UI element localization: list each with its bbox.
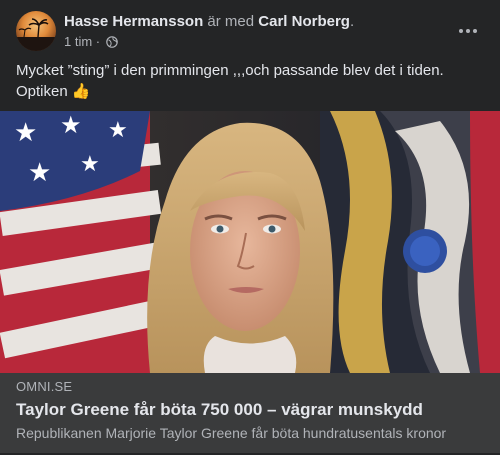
globe-icon — [105, 35, 118, 53]
author-name[interactable]: Hasse Hermansson — [64, 13, 203, 30]
svg-text:★: ★ — [108, 117, 128, 142]
more-dot — [473, 29, 477, 33]
thumbs-up-emoji: 👍 — [71, 83, 91, 100]
post-text-line-2: Optiken — [16, 83, 68, 100]
post-meta: 1 tim · — [64, 33, 118, 53]
facebook-post: Hasse Hermansson är med Carl Norberg. 1 … — [0, 0, 500, 455]
link-preview-card[interactable]: OMNI.SE Taylor Greene får böta 750 000 –… — [0, 373, 500, 453]
link-preview-image[interactable]: ★ ★ ★ ★ ★ — [0, 111, 500, 373]
more-dot — [466, 29, 470, 33]
post-header: Hasse Hermansson är med Carl Norberg. 1 … — [16, 11, 486, 53]
avatar-sunset-image — [16, 18, 56, 51]
post-text-line-1: Mycket ”sting” i den primmingen ,,,och p… — [16, 62, 444, 79]
post-time[interactable]: 1 tim — [64, 34, 92, 49]
svg-text:★: ★ — [60, 112, 82, 139]
more-options-button[interactable] — [450, 19, 486, 43]
link-description: Republikanen Marjorie Taylor Greene får … — [16, 425, 447, 441]
tag-period: . — [349, 13, 355, 30]
more-dots-icon — [459, 29, 463, 33]
post-author-line: Hasse Hermansson är med Carl Norberg. — [64, 12, 354, 32]
meta-separator: · — [95, 34, 101, 49]
svg-text:★: ★ — [80, 151, 100, 176]
with-text: är med — [207, 13, 255, 30]
link-headline[interactable]: Taylor Greene får böta 750 000 – vägrar … — [16, 399, 423, 421]
tagged-person[interactable]: Carl Norberg — [258, 13, 350, 30]
svg-text:★: ★ — [28, 157, 51, 187]
link-domain: OMNI.SE — [16, 379, 73, 394]
post-body: Mycket ”sting” i den primmingen ,,,och p… — [16, 60, 486, 102]
svg-text:★: ★ — [14, 117, 37, 147]
avatar[interactable] — [16, 11, 56, 51]
